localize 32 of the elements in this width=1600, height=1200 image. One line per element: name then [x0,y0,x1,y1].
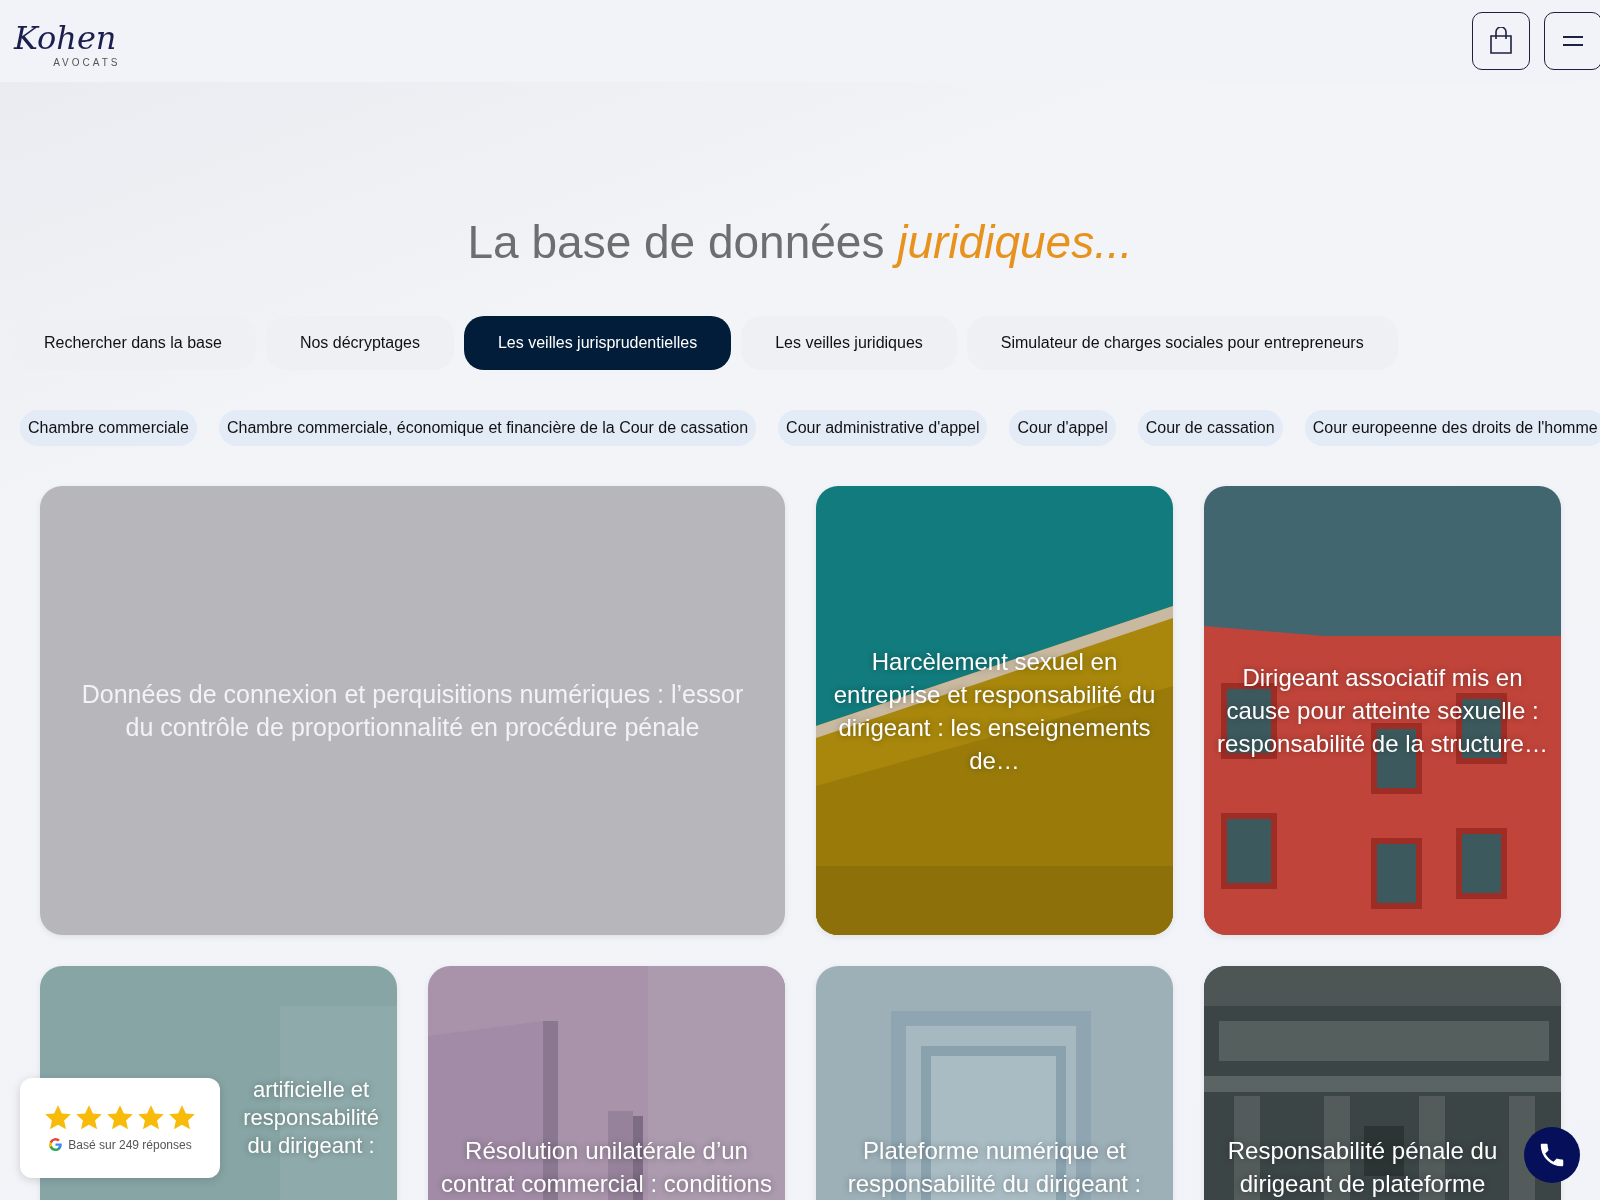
filter-chip[interactable]: Chambre commerciale [20,410,197,446]
logo-script: Kohen [14,17,118,58]
article-title: artificielle et responsabilité du dirigeant : [242,1076,380,1160]
rating-text: Basé sur 249 réponses [68,1137,192,1152]
menu-icon [1562,35,1584,47]
bag-icon [1489,27,1513,55]
article-title: Plateforme numérique et responsabilité du dirigeant : [846,1136,1143,1199]
logo-subtitle: AVOCATS [53,56,121,68]
star-icon [75,1104,103,1131]
category-tab[interactable]: Les veilles jurisprudentielles [463,316,732,370]
star-icon [44,1104,72,1131]
filter-chip[interactable]: Cour europeenne des droits de l'homme [1304,410,1600,446]
filter-chip[interactable]: Cour d'appel [1009,410,1116,446]
article-card[interactable]: Responsabilité pénale du dirigeant de plateforme [1204,966,1561,1200]
logo[interactable]: Kohen AVOCATS [12,12,123,70]
category-tab[interactable]: Nos décryptages [265,316,454,370]
call-button[interactable] [1524,1127,1580,1183]
filter-chip[interactable]: Cour administrative d'appel [778,410,988,446]
filter-chip[interactable]: Cour de cassation [1137,410,1283,446]
cart-button[interactable] [1472,12,1530,70]
category-tab[interactable]: Les veilles juridiques [741,316,957,370]
star-icon [106,1104,134,1131]
google-icon [48,1137,64,1152]
filter-chip[interactable]: Chambre commerciale, économique et financière de la Cour de cassation [218,410,757,446]
star-icon [168,1104,196,1131]
rating-toast[interactable]: Basé sur 249 réponses [20,1078,220,1178]
page-title: La base de données juridiques... [466,215,1134,270]
category-tab[interactable]: Simulateur de charges sociales pour entrepreneurs [966,316,1398,370]
star-icon [137,1104,165,1131]
article-title: Responsabilité pénale du dirigeant de plateforme [1226,1136,1499,1199]
article-title: Résolution unilatérale d’un contrat commercial : conditions [440,1136,773,1199]
article-title: Données de connexion et perquisitions numériques : l’essor du contrôle de proportionnalité en procédure pénale [80,678,745,743]
